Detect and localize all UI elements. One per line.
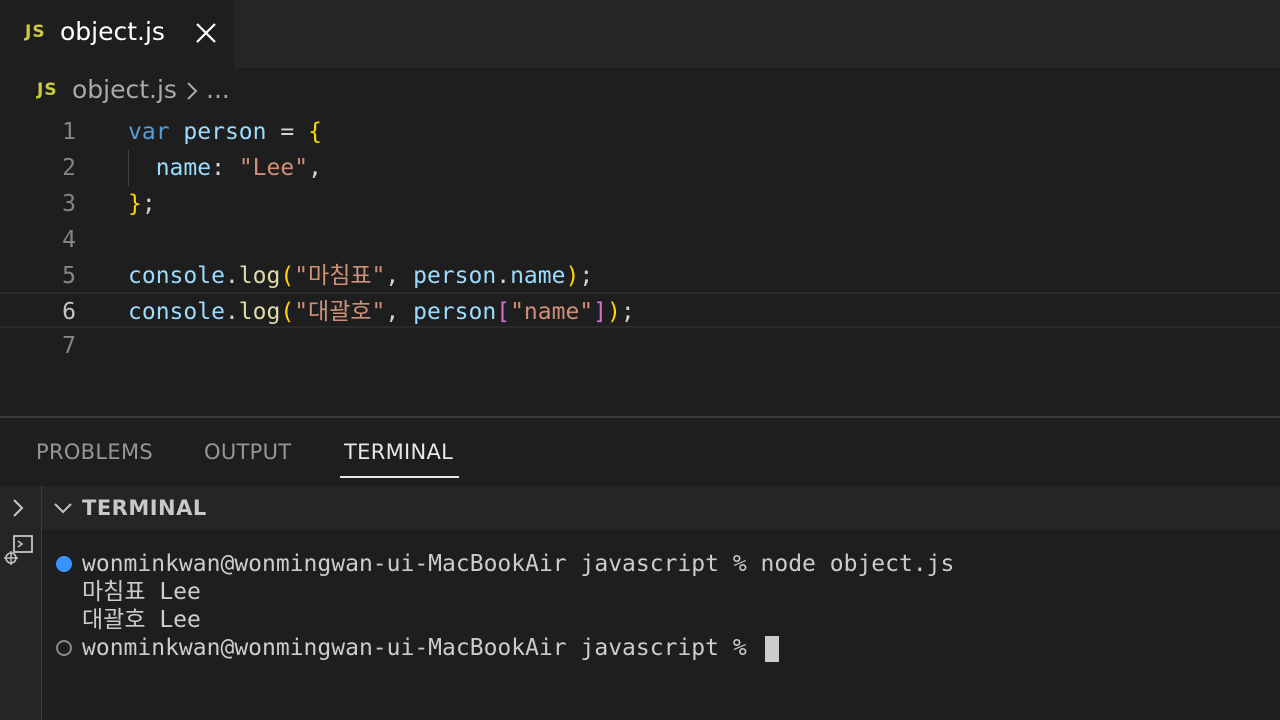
tab-terminal[interactable]: TERMINAL: [344, 440, 453, 464]
command-success-icon[interactable]: [56, 556, 72, 572]
line-number: 1: [62, 119, 76, 145]
tab-problems[interactable]: PROBLEMS: [36, 440, 153, 464]
tab-label: object.js: [60, 17, 165, 46]
terminal-output[interactable]: wonminkwan@wonmingwan-ui-MacBookAir java…: [42, 530, 1280, 720]
line-number: 3: [62, 191, 76, 217]
code-text: };: [128, 191, 156, 217]
terminal-section-header[interactable]: TERMINAL: [42, 486, 1280, 530]
command-pending-icon[interactable]: [56, 640, 72, 656]
chevron-right-icon: [187, 82, 198, 100]
breadcrumb-more[interactable]: ...: [206, 75, 230, 104]
debug-console-icon[interactable]: [2, 534, 36, 568]
line-number: 2: [62, 155, 76, 181]
panel-tab-bar: PROBLEMS OUTPUT TERMINAL: [0, 418, 1280, 486]
code-text: name: "Lee",: [155, 155, 322, 181]
code-line[interactable]: 4: [0, 222, 1280, 258]
code-text: var person = {: [128, 119, 322, 145]
breadcrumb-file[interactable]: object.js: [72, 75, 177, 104]
line-number: 7: [62, 333, 76, 359]
code-line[interactable]: 2 name: "Lee",: [0, 150, 1280, 186]
line-number: 5: [62, 263, 76, 289]
javascript-file-icon: JS: [37, 80, 58, 100]
chevron-right-icon[interactable]: [10, 496, 26, 520]
code-line[interactable]: 1 var person = {: [0, 114, 1280, 150]
code-line-current[interactable]: 6 console.log("대괄호", person["name"]);: [0, 292, 1280, 328]
code-editor[interactable]: 1 var person = { 2 name: "Lee", 3 }; 4 5…: [0, 114, 1280, 416]
editor-tab-bar: JS object.js: [0, 0, 1280, 68]
terminal-prompt-line: wonminkwan@wonmingwan-ui-MacBookAir java…: [82, 634, 779, 662]
close-icon[interactable]: [194, 20, 218, 46]
code-line[interactable]: 3 };: [0, 186, 1280, 222]
tab-output[interactable]: OUTPUT: [204, 440, 291, 464]
code-line[interactable]: 5 console.log("마침표", person.name);: [0, 258, 1280, 294]
terminal-prompt: wonminkwan@wonmingwan-ui-MacBookAir java…: [82, 635, 761, 661]
line-number: 6: [62, 299, 76, 325]
breadcrumb: JS object.js ...: [0, 68, 1280, 114]
active-tab-indicator: [340, 476, 459, 478]
line-number: 4: [62, 227, 76, 253]
terminal-cursor: [764, 635, 779, 662]
terminal-line: wonminkwan@wonmingwan-ui-MacBookAir java…: [82, 551, 955, 577]
terminal-section-title: TERMINAL: [82, 496, 207, 520]
chevron-down-icon[interactable]: [52, 500, 74, 516]
code-text: console.log("마침표", person.name);: [128, 263, 594, 289]
terminal-line: 대괄호 Lee: [82, 607, 201, 633]
code-line[interactable]: 7: [0, 328, 1280, 364]
tab-object-js[interactable]: JS object.js: [0, 0, 234, 68]
terminal-side-strip: [0, 486, 42, 720]
terminal-line: 마침표 Lee: [82, 579, 201, 605]
code-text: console.log("대괄호", person["name"]);: [128, 299, 635, 325]
javascript-file-icon: JS: [25, 22, 46, 42]
